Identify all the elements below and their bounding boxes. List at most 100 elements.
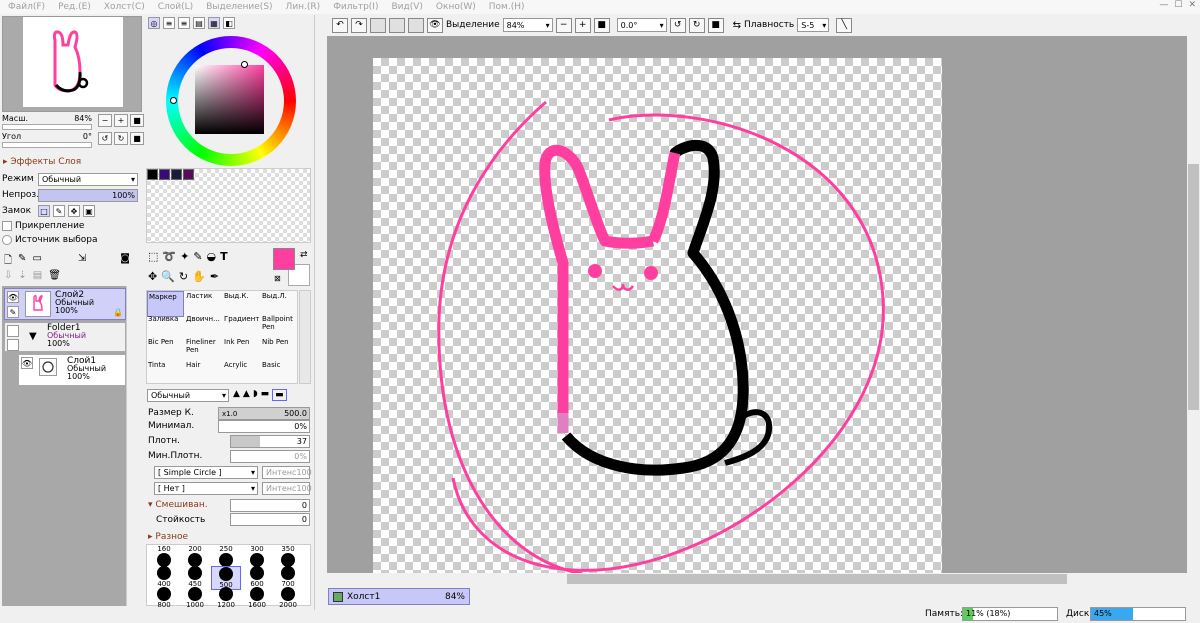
color-wheel-tab-icon[interactable]: ◎ (148, 17, 160, 29)
menu-selection[interactable]: Выделение(S) (206, 2, 272, 12)
lasso-icon[interactable]: ➰ (162, 250, 176, 263)
brush-size-item[interactable]: 1600 (242, 587, 272, 609)
brush-tool-item[interactable]: Basic (261, 360, 298, 386)
new-layer-icon[interactable]: 🗋 (4, 253, 12, 270)
selection-source-checkbox[interactable] (2, 235, 12, 245)
zoom-slider[interactable] (2, 124, 92, 130)
minimize-icon[interactable]: — (1159, 0, 1168, 10)
transfer-down-icon[interactable]: ⇩ (4, 270, 12, 281)
shape-icon[interactable]: ◒ (207, 250, 217, 263)
flip-icon[interactable]: ⇆ (733, 20, 741, 31)
rotate-left-button[interactable]: ↺ (98, 132, 112, 145)
saturation-value-square[interactable] (195, 65, 264, 134)
brush-shape-1-icon[interactable]: ▲ (233, 389, 240, 401)
line-stabilizer-icon[interactable]: ╲ (836, 17, 853, 33)
color-swatch[interactable] (159, 169, 170, 180)
menu-window[interactable]: Окно(W) (436, 2, 476, 12)
invert-selection-button[interactable] (389, 17, 405, 33)
layer-mask-icon[interactable]: ◙ (120, 253, 130, 270)
brush-shape-2-icon[interactable]: ▲ (243, 389, 250, 401)
opacity-slider[interactable]: 100% (38, 189, 138, 202)
hsv-slider-tab-icon[interactable]: ≡ (178, 17, 190, 29)
menu-edit[interactable]: Ред.(E) (58, 2, 91, 12)
zoom-select[interactable]: 84% ▾ (502, 18, 553, 32)
lock-paint-icon[interactable]: ✎ (53, 205, 65, 217)
brush-size-item[interactable]: 1000 (180, 587, 210, 609)
canvas-vertical-scrollbar[interactable] (1187, 36, 1200, 573)
brush-size-item[interactable]: 600 (242, 566, 272, 588)
brush-size-item[interactable]: 800 (149, 587, 179, 609)
density-slider[interactable]: 37 (230, 435, 310, 448)
brush-tool-item[interactable]: Hair (185, 360, 222, 386)
eyedropper-icon[interactable]: ✒ (210, 270, 219, 283)
zoom-tool-icon[interactable]: 🔍 (161, 270, 175, 283)
brush-size-item[interactable]: 2000 (273, 587, 303, 609)
lock-all-icon[interactable]: ▣ (83, 205, 95, 217)
brush-tool-item[interactable]: Tinta (147, 360, 184, 386)
rect-select-icon[interactable]: ⬚ (148, 250, 158, 263)
texture-intensity-field[interactable]: Интенс 100 (262, 482, 312, 495)
clipping-checkbox[interactable] (2, 221, 12, 231)
brush-shape-4-icon[interactable]: ▬ (261, 389, 270, 401)
vertical-scroll-thumb[interactable] (1188, 164, 1199, 410)
swap-colors-icon[interactable]: ⇄ (300, 250, 308, 260)
zoom-reset-button[interactable]: ■ (130, 114, 144, 127)
smooth-select[interactable]: S-5 ▾ (797, 18, 830, 32)
color-picker-cursor[interactable] (241, 61, 248, 68)
delete-layer-icon[interactable]: 🗑 (48, 270, 61, 281)
brush-texture-select[interactable]: [ Нет ] ▾ (154, 482, 258, 495)
layer-row[interactable]: 👁 Слой1 Обычный 100% (18, 354, 126, 386)
canvas-tab[interactable]: Холст1 84% (328, 588, 470, 605)
persistence-slider[interactable]: 0 (230, 513, 310, 526)
menu-filter[interactable]: Фильтр(I) (333, 2, 378, 12)
menu-ruler[interactable]: Лин.(R) (286, 2, 321, 12)
hue-cursor[interactable] (170, 97, 177, 104)
folder-row[interactable]: ▼ Folder1 Обычный 100% (4, 322, 126, 352)
merge-down-icon[interactable]: ⇣ (18, 270, 26, 281)
brush-shape-select[interactable]: [ Simple Circle ] ▾ (154, 466, 258, 479)
color-swatch[interactable] (183, 169, 194, 180)
menu-help[interactable]: Пом.(H) (489, 2, 525, 12)
brush-size-slider[interactable]: x1.0 500.0 (218, 407, 310, 420)
undo-button[interactable]: ↶ (332, 17, 348, 33)
canvas[interactable] (373, 58, 942, 576)
clear-layer-icon[interactable]: ▤ (33, 270, 42, 281)
brush-size-item[interactable]: 160 (149, 545, 179, 567)
angle-slider[interactable] (2, 142, 92, 148)
eye-icon[interactable]: 👁 (7, 291, 19, 303)
brush-shape-3-icon[interactable]: ◗ (253, 389, 258, 401)
zoom-out-button[interactable]: − (555, 17, 572, 33)
rotate-right-button[interactable]: ↻ (114, 132, 128, 145)
eye-icon[interactable]: 👁 (21, 357, 33, 369)
brush-size-item[interactable]: 250 (211, 545, 241, 567)
misc-section[interactable]: ▸ Разное (148, 532, 188, 542)
rotate-reset-button[interactable]: ■ (707, 17, 724, 33)
layer-effects-title[interactable]: ▸ Эффекты Слоя (3, 157, 81, 167)
transform-button[interactable] (408, 17, 424, 33)
brush-size-item[interactable]: 1200 (211, 587, 241, 609)
menu-layer[interactable]: Слой(L) (158, 2, 193, 12)
min-size-slider[interactable]: 0% (218, 420, 310, 433)
zoom-in-button[interactable]: + (114, 114, 128, 127)
folder-expand-icon[interactable]: ▼ (29, 331, 37, 342)
eye-icon[interactable] (7, 325, 19, 337)
rotate-left-button[interactable]: ↺ (669, 17, 686, 33)
brush-size-item[interactable]: 300 (242, 545, 272, 567)
primary-color-swatch[interactable] (273, 248, 295, 270)
menu-file[interactable]: Файл(F) (8, 2, 45, 12)
text-tool-icon[interactable]: T (220, 250, 228, 263)
merge-icon[interactable]: ⇲ (78, 253, 86, 270)
redo-button[interactable]: ↷ (351, 17, 367, 33)
brush-size-item[interactable]: 350 (273, 545, 303, 567)
swatches-tab-icon[interactable]: ▦ (208, 17, 220, 29)
horizontal-scroll-thumb[interactable] (567, 574, 1067, 584)
hand-tool-icon[interactable]: ✋ (192, 270, 206, 283)
lock-move-icon[interactable]: ✥ (68, 205, 80, 217)
magic-wand-icon[interactable]: ✦ (180, 250, 189, 263)
move-icon[interactable]: ✥ (148, 270, 157, 283)
shape-intensity-field[interactable]: Интенс 100 (262, 466, 312, 479)
gradient-tab-icon[interactable]: ▤ (193, 17, 205, 29)
pen-icon[interactable]: ✎ (7, 306, 19, 318)
min-density-slider[interactable]: 0% (230, 450, 310, 463)
canvas-horizontal-scrollbar[interactable] (327, 573, 1187, 585)
